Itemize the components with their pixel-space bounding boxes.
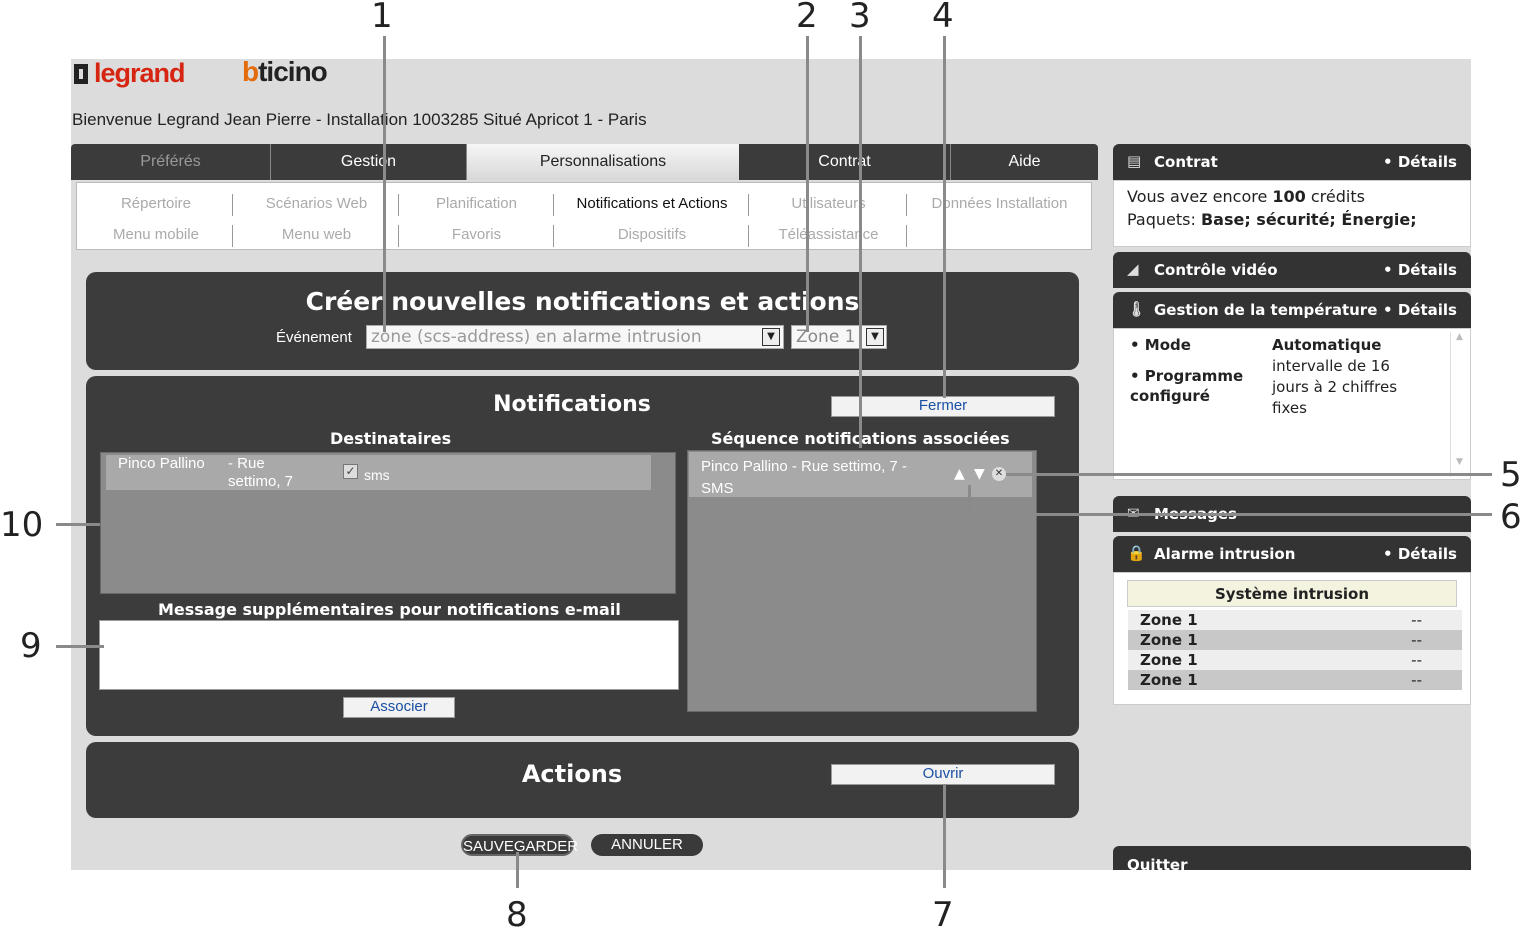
quitter-header[interactable]: Quitter xyxy=(1113,846,1471,874)
legrand-logo: legrand xyxy=(74,58,186,89)
move-down-icon[interactable]: ▼ xyxy=(974,466,985,482)
tab-preferes[interactable]: Préférés xyxy=(71,144,271,180)
subnav-menu-mobile[interactable]: Menu mobile xyxy=(86,226,226,243)
tab-aide[interactable]: Aide xyxy=(951,144,1098,180)
bticino-logo: bticino xyxy=(242,56,328,87)
fermer-button[interactable]: Fermer xyxy=(831,396,1055,417)
callout-8: 8 xyxy=(506,895,528,929)
callout-6: 6 xyxy=(1500,497,1522,537)
alarm-details-link: • Détails xyxy=(1383,545,1457,563)
contrat-details-link: • Détails xyxy=(1383,153,1457,171)
welcome-text: Bienvenue Legrand Jean Pierre - Installa… xyxy=(72,110,647,129)
sms-checkbox[interactable]: ✓ xyxy=(343,464,358,479)
subnav-favoris[interactable]: Favoris xyxy=(404,226,549,243)
destinataires-header: Destinataires xyxy=(330,429,452,448)
video-header[interactable]: ◢ Contrôle vidéo • Détails xyxy=(1113,252,1471,288)
callout-9: 9 xyxy=(20,626,42,666)
temperature-details-link: • Détails xyxy=(1383,301,1457,319)
subnav-donnees-installation[interactable]: Données Installation xyxy=(912,195,1087,212)
mode-value: Automatique xyxy=(1272,336,1382,354)
subnav-planification[interactable]: Planification xyxy=(404,195,549,212)
zone-row: Zone 1 -- xyxy=(1128,650,1462,670)
sequence-item-text: Pinco Pallino - Rue settimo, 7 - SMS xyxy=(701,458,907,497)
temperature-scrollbar[interactable]: ▲ ▼ xyxy=(1450,332,1468,477)
callout-2: 2 xyxy=(796,0,818,36)
subnav-utilisateurs[interactable]: Utilisateurs xyxy=(756,195,901,212)
callout-4: 4 xyxy=(932,0,954,36)
thermometer-icon: 🌡 xyxy=(1127,300,1147,318)
contrat-header[interactable]: ▤ Contrat • Détails xyxy=(1113,144,1471,180)
lock-icon: 🔒 xyxy=(1127,544,1146,562)
remove-icon[interactable]: ✕ xyxy=(992,467,1006,481)
ouvrir-button[interactable]: Ouvrir xyxy=(831,764,1055,785)
callout-1: 1 xyxy=(371,0,393,36)
callout-10: 10 xyxy=(0,505,44,545)
recipient-address: - Rue settimo, 7 xyxy=(228,455,294,490)
credits-text: Vous avez encore 100 crédits xyxy=(1127,187,1365,206)
subnav-dispositifs[interactable]: Dispositifs xyxy=(556,226,748,243)
actions-title: Actions xyxy=(521,760,623,788)
move-up-icon[interactable]: ▲ xyxy=(954,466,965,482)
zone-row: Zone 1 -- xyxy=(1128,630,1462,650)
recipient-name: Pinco Pallino xyxy=(118,455,205,472)
message-label: Message supplémentaires pour notificatio… xyxy=(158,600,621,619)
create-title: Créer nouvelles notifications et actions xyxy=(305,287,860,316)
event-label: Événement xyxy=(276,329,352,346)
subnav-menu-web[interactable]: Menu web xyxy=(244,226,389,243)
camera-icon: ◢ xyxy=(1127,260,1139,278)
callout-3: 3 xyxy=(849,0,871,36)
zone-dropdown-icon[interactable]: ▼ xyxy=(866,328,884,346)
annuler-button[interactable]: ANNULER xyxy=(591,834,703,856)
subnav-notifications-actions[interactable]: Notifications et Actions xyxy=(556,195,748,212)
sms-label: sms xyxy=(364,467,390,483)
subnav-scenarios-web[interactable]: Scénarios Web xyxy=(244,195,389,212)
event-select[interactable]: zone (scs-address) en alarme intrusion xyxy=(366,325,784,349)
mode-label: • Mode xyxy=(1130,336,1191,354)
zone-row: Zone 1 -- xyxy=(1128,670,1462,690)
callout-7: 7 xyxy=(932,895,954,929)
subnav-teleassistance[interactable]: Téléassistance xyxy=(756,226,901,243)
event-dropdown-icon[interactable]: ▼ xyxy=(762,328,780,346)
zone-row: Zone 1 -- xyxy=(1128,610,1462,630)
tab-gestion[interactable]: Gestion xyxy=(271,144,467,180)
system-intrusion-header: Système intrusion xyxy=(1127,580,1457,607)
subnav-repertoire[interactable]: Répertoire xyxy=(86,195,226,212)
document-icon: ▤ xyxy=(1127,152,1142,170)
temperature-header[interactable]: 🌡 Gestion de la température • Détails xyxy=(1113,292,1471,328)
notifications-title: Notifications xyxy=(493,392,651,417)
tab-personnalisations[interactable]: Personnalisations xyxy=(467,144,739,180)
legrand-square-icon xyxy=(74,64,88,84)
packages-text: Paquets: Base; sécurité; Énergie; xyxy=(1127,210,1417,229)
program-label: • Programme configuré xyxy=(1130,367,1244,405)
alarm-header[interactable]: 🔒 Alarme intrusion • Détails xyxy=(1113,536,1471,572)
message-textarea[interactable] xyxy=(99,620,679,690)
video-details-link: • Détails xyxy=(1383,261,1457,279)
tab-contrat[interactable]: Contrat xyxy=(739,144,951,180)
associer-button[interactable]: Associer xyxy=(343,697,455,718)
callout-5: 5 xyxy=(1500,455,1522,495)
program-value: intervalle de 16 jours à 2 chiffres fixe… xyxy=(1272,357,1398,417)
